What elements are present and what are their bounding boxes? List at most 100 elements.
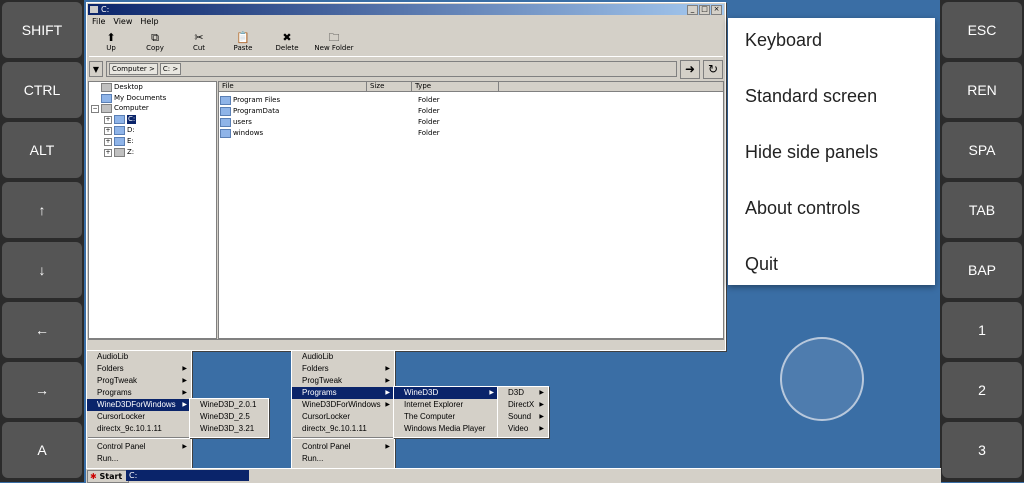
new-folder-button[interactable]: 🗀 New Folder bbox=[309, 30, 359, 54]
menu-item[interactable]: The Computer bbox=[394, 411, 498, 423]
menu-item[interactable]: Windows Media Player bbox=[394, 423, 498, 435]
file-row[interactable]: Program Files Folder bbox=[220, 95, 440, 105]
key-left[interactable]: ← bbox=[2, 302, 82, 358]
menu-file[interactable]: File bbox=[92, 17, 105, 28]
key-spa[interactable]: SPA bbox=[942, 122, 1022, 178]
up-label: Up bbox=[106, 44, 116, 52]
col-file[interactable]: File bbox=[219, 82, 367, 92]
go-button[interactable]: ➜ bbox=[680, 59, 700, 79]
col-type[interactable]: Type bbox=[412, 82, 499, 92]
menu-item[interactable]: Control Panel ▶ bbox=[292, 441, 394, 453]
key-esc[interactable]: ESC bbox=[942, 2, 1022, 58]
maximize-button[interactable]: □ bbox=[699, 5, 710, 15]
tree-drive-d[interactable]: + D: bbox=[104, 126, 135, 135]
menu-item[interactable]: CursorLocker bbox=[87, 411, 191, 423]
key-tab[interactable]: TAB bbox=[942, 182, 1022, 238]
tree-drive-c[interactable]: + C: bbox=[104, 115, 137, 124]
up-button[interactable]: ⬆ Up bbox=[89, 30, 133, 54]
menu-item[interactable]: WineD3D ▶ bbox=[394, 387, 498, 399]
tree-drive-e[interactable]: + E: bbox=[104, 137, 134, 146]
menu-item-label: Folders bbox=[302, 364, 329, 373]
menu-item[interactable]: WineD3D_2.0.1 bbox=[190, 399, 268, 411]
key-1[interactable]: 1 bbox=[942, 302, 1022, 358]
close-button[interactable]: × bbox=[711, 5, 722, 15]
menu-item[interactable]: Video ▶ bbox=[498, 423, 548, 435]
menu-item[interactable]: Folders ▶ bbox=[87, 363, 191, 375]
key-ctrl[interactable]: CTRL bbox=[2, 62, 82, 118]
delete-button[interactable]: ✖ Delete bbox=[265, 30, 309, 54]
popup-item-hide-side-panels[interactable]: Hide side panels bbox=[728, 130, 935, 186]
menu-view[interactable]: View bbox=[113, 17, 132, 28]
menu-item[interactable]: D3D ▶ bbox=[498, 387, 548, 399]
file-row[interactable]: windows Folder bbox=[220, 128, 440, 138]
menu-item[interactable]: WineD3D_2.5 bbox=[190, 411, 268, 423]
col-size[interactable]: Size bbox=[367, 82, 412, 92]
key-right[interactable]: → bbox=[2, 362, 82, 418]
window-titlebar[interactable]: C: _ □ × bbox=[88, 4, 724, 15]
drive-icon bbox=[114, 137, 125, 146]
menu-help[interactable]: Help bbox=[140, 17, 158, 28]
popup-item-about-controls[interactable]: About controls bbox=[728, 186, 935, 242]
window-title: C: bbox=[101, 5, 110, 14]
tree-computer[interactable]: − Computer bbox=[91, 104, 149, 113]
file-name: Program Files bbox=[233, 96, 281, 104]
toolbar: ⬆ Up ⧉ Copy ✂ Cut 📋 Paste ✖ Delete 🗀 New Folde… bbox=[89, 30, 723, 57]
menu-item[interactable]: AudioLib bbox=[292, 351, 394, 363]
crumb-computer[interactable]: Computer > bbox=[109, 63, 158, 75]
key-down[interactable]: ↓ bbox=[2, 242, 82, 298]
menu-item[interactable]: Run... bbox=[292, 453, 394, 465]
popup-item-standard-screen[interactable]: Standard screen bbox=[728, 74, 935, 130]
submenu-arrow-icon: ▶ bbox=[385, 366, 390, 372]
file-row[interactable]: users Folder bbox=[220, 117, 440, 127]
menu-item[interactable]: Programs ▶ bbox=[87, 387, 191, 399]
crumb-c[interactable]: C: > bbox=[159, 63, 182, 75]
popup-item-quit[interactable]: Quit bbox=[728, 242, 935, 298]
menu-item[interactable]: Run... bbox=[87, 453, 191, 465]
tree-drive-z[interactable]: + Z: bbox=[104, 148, 134, 157]
menu-item[interactable]: DirectX ▶ bbox=[498, 399, 548, 411]
key-3[interactable]: 3 bbox=[942, 422, 1022, 478]
menu-item[interactable]: CursorLocker bbox=[292, 411, 394, 423]
tree-my-documents[interactable]: My Documents bbox=[101, 94, 166, 103]
cut-button[interactable]: ✂ Cut bbox=[177, 30, 221, 54]
menu-item[interactable]: Folders ▶ bbox=[292, 363, 394, 375]
tree-desktop[interactable]: Desktop bbox=[101, 83, 143, 92]
menu-item[interactable]: Internet Explorer bbox=[394, 399, 498, 411]
key-a[interactable]: A bbox=[2, 422, 82, 478]
menu-item[interactable]: ProgTweak ▶ bbox=[292, 375, 394, 387]
tree-drive-d-label: D: bbox=[127, 126, 135, 134]
menu-item[interactable]: Programs ▶ bbox=[292, 387, 394, 399]
virtual-joystick[interactable] bbox=[780, 337, 864, 421]
key-shift[interactable]: SHIFT bbox=[2, 2, 82, 58]
minimize-button[interactable]: _ bbox=[687, 5, 698, 15]
menubar: File View Help bbox=[89, 17, 159, 28]
address-dropdown-button[interactable]: ▼ bbox=[89, 61, 103, 77]
taskbar-window-item[interactable]: C: bbox=[126, 470, 249, 481]
menu-item[interactable]: Control Panel ▶ bbox=[87, 441, 191, 453]
file-row[interactable]: ProgramData Folder bbox=[220, 106, 440, 116]
refresh-button[interactable]: ↻ bbox=[703, 59, 723, 79]
key-ren[interactable]: REN bbox=[942, 62, 1022, 118]
key-2[interactable]: 2 bbox=[942, 362, 1022, 418]
menu-item[interactable]: WineD3D_3.21 bbox=[190, 423, 268, 435]
key-alt[interactable]: ALT bbox=[2, 122, 82, 178]
expand-icon: + bbox=[104, 148, 112, 157]
menu-item[interactable]: directx_9c.10.1.11 bbox=[87, 423, 191, 435]
address-path[interactable]: Computer > C: > bbox=[106, 61, 677, 77]
menu-item[interactable]: ProgTweak ▶ bbox=[87, 375, 191, 387]
menu-item[interactable]: AudioLib bbox=[87, 351, 191, 363]
menu-separator bbox=[293, 437, 393, 439]
collapse-icon: − bbox=[91, 104, 99, 113]
copy-button[interactable]: ⧉ Copy bbox=[133, 30, 177, 54]
menu-item-label: Programs bbox=[97, 388, 132, 397]
menu-item[interactable]: WineD3DForWindows ▶ bbox=[292, 399, 394, 411]
menu-item-label: Programs bbox=[302, 388, 337, 397]
paste-button[interactable]: 📋 Paste bbox=[221, 30, 265, 54]
popup-item-keyboard[interactable]: Keyboard bbox=[728, 18, 935, 74]
menu-item[interactable]: directx_9c.10.1.11 bbox=[292, 423, 394, 435]
menu-item[interactable]: Sound ▶ bbox=[498, 411, 548, 423]
key-up[interactable]: ↑ bbox=[2, 182, 82, 238]
key-bap[interactable]: BAP bbox=[942, 242, 1022, 298]
start-button[interactable]: ✱ Start bbox=[87, 470, 129, 483]
menu-item[interactable]: WineD3DForWindows ▶ bbox=[87, 399, 191, 411]
